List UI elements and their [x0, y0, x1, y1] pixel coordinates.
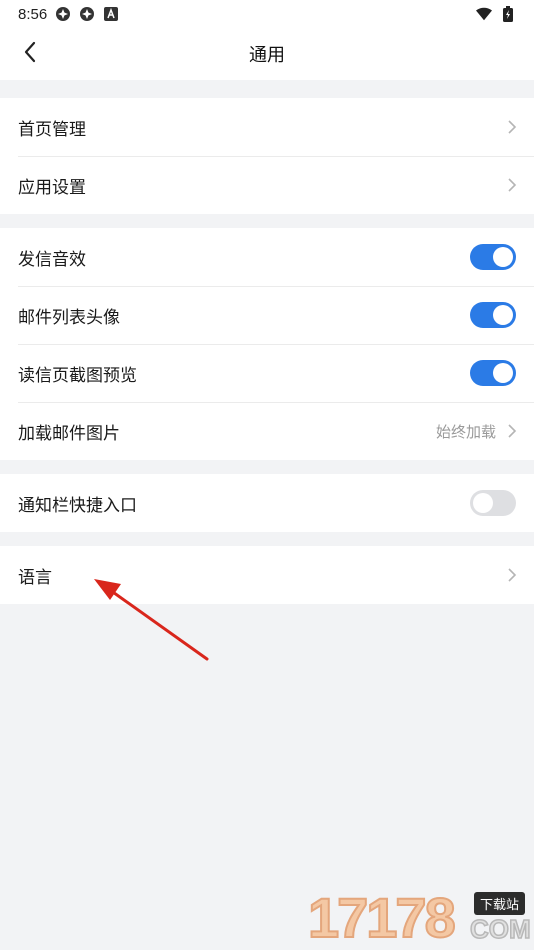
notif-shortcut-toggle[interactable]: [470, 490, 516, 516]
row-label: 读信页截图预览: [18, 365, 137, 386]
watermark-badge: 下载站: [474, 892, 526, 915]
back-button[interactable]: [12, 36, 48, 72]
load-images-row[interactable]: 加载邮件图片 始终加载: [0, 402, 534, 460]
row-label: 首页管理: [18, 119, 86, 140]
status-bar: 8:56: [0, 0, 534, 28]
toggle-knob: [473, 493, 493, 513]
home-manage-row[interactable]: 首页管理: [0, 98, 534, 156]
watermark-logo: 17178 下载站 COM: [307, 884, 534, 950]
send-sound-toggle[interactable]: [470, 244, 516, 270]
read-preview-toggle[interactable]: [470, 360, 516, 386]
app-notification-icon: [79, 6, 95, 22]
settings-group-notification: 通知栏快捷入口: [0, 474, 534, 532]
language-row[interactable]: 语言: [0, 546, 534, 604]
wifi-icon: [476, 6, 492, 22]
toggle-knob: [493, 247, 513, 267]
load-images-value: 始终加载: [435, 422, 496, 441]
watermark-number: 17178: [307, 886, 457, 949]
list-avatar-toggle[interactable]: [470, 302, 516, 328]
battery-icon: [500, 6, 516, 22]
settings-group-pages: 首页管理 应用设置: [0, 98, 534, 214]
row-label: 加载邮件图片: [18, 423, 120, 444]
chevron-right-icon: [506, 423, 518, 439]
chevron-left-icon: [23, 41, 37, 67]
row-label: 发信音效: [18, 249, 86, 270]
notif-shortcut-row: 通知栏快捷入口: [0, 474, 534, 532]
settings-group-language: 语言: [0, 546, 534, 604]
list-avatar-row: 邮件列表头像: [0, 286, 534, 344]
watermark-domain: COM: [469, 913, 531, 945]
font-notification-icon: [103, 6, 119, 22]
nav-bar: 通用: [0, 28, 534, 80]
toggle-knob: [493, 305, 513, 325]
chevron-right-icon: [506, 567, 518, 583]
page-title: 通用: [249, 45, 285, 66]
row-label: 语言: [18, 567, 52, 588]
app-settings-row[interactable]: 应用设置: [0, 156, 534, 214]
read-preview-row: 读信页截图预览: [0, 344, 534, 402]
toggle-knob: [493, 363, 513, 383]
chevron-right-icon: [506, 119, 518, 135]
chevron-right-icon: [506, 177, 518, 193]
row-label: 通知栏快捷入口: [18, 495, 137, 516]
row-label: 邮件列表头像: [18, 307, 120, 328]
row-label: 应用设置: [18, 177, 86, 198]
app-notification-icon: [55, 6, 71, 22]
send-sound-row: 发信音效: [0, 228, 534, 286]
status-time: 8:56: [18, 5, 48, 23]
settings-group-mail: 发信音效 邮件列表头像 读信页截图预览 加载邮件图片 始终加载: [0, 228, 534, 460]
